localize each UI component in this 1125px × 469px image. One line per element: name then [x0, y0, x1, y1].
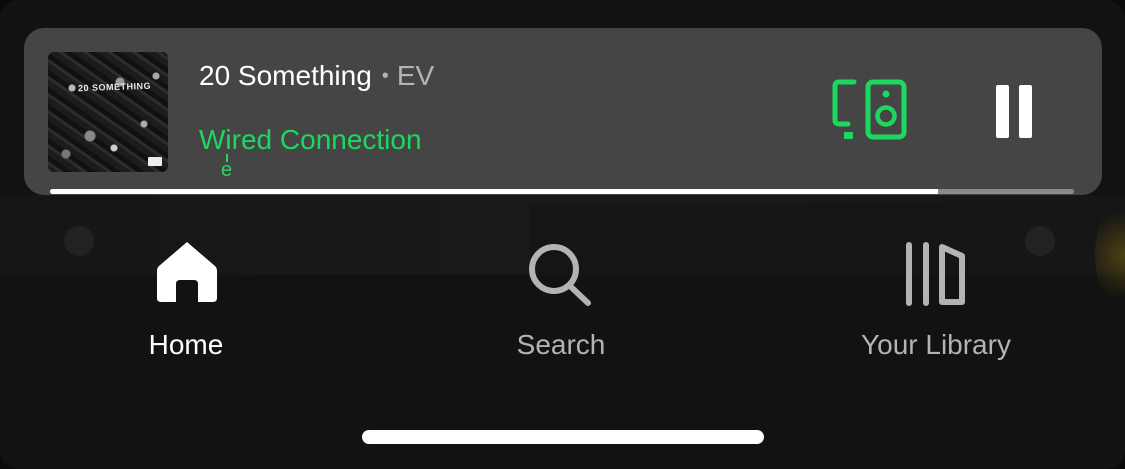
playback-progress-bar: [50, 189, 1074, 194]
home-indicator[interactable]: [362, 430, 764, 444]
mini-player[interactable]: 20 SOMETHING 20 Something • EV Wired Conne…: [24, 28, 1102, 195]
track-info[interactable]: 20 Something • EV: [199, 60, 434, 92]
library-icon: [906, 242, 965, 306]
title-separator: •: [381, 65, 389, 87]
tab-search-label: Search: [516, 329, 606, 360]
tab-library-label: Your Library: [861, 329, 1011, 360]
pause-icon: [996, 85, 1009, 138]
tab-library[interactable]: Your Library: [846, 236, 1026, 366]
background-logo-icon: [1025, 226, 1055, 256]
track-artist: EV: [396, 60, 435, 91]
tab-search[interactable]: Search: [495, 236, 627, 366]
album-art-text: 20 SOMETHING: [77, 80, 152, 94]
pause-button[interactable]: [989, 82, 1039, 142]
connect-devices-icon: [832, 79, 907, 140]
tab-home[interactable]: Home: [120, 236, 252, 366]
background-logo-icon: [64, 226, 94, 256]
playback-progress-fill: [50, 189, 938, 194]
device-cursor-mark: e: [221, 154, 237, 184]
device-name: Wired Connection: [199, 124, 422, 155]
track-title: 20 Something: [199, 60, 372, 91]
search-icon: [529, 244, 591, 306]
app-screen: 20 SOMETHING 20 Something • EV Wired Conne…: [0, 0, 1125, 469]
album-art[interactable]: 20 SOMETHING: [48, 52, 168, 172]
home-icon: [157, 242, 217, 302]
explicit-badge: [148, 157, 162, 166]
connect-devices-button[interactable]: [832, 78, 908, 144]
tab-home-label: Home: [148, 329, 224, 360]
